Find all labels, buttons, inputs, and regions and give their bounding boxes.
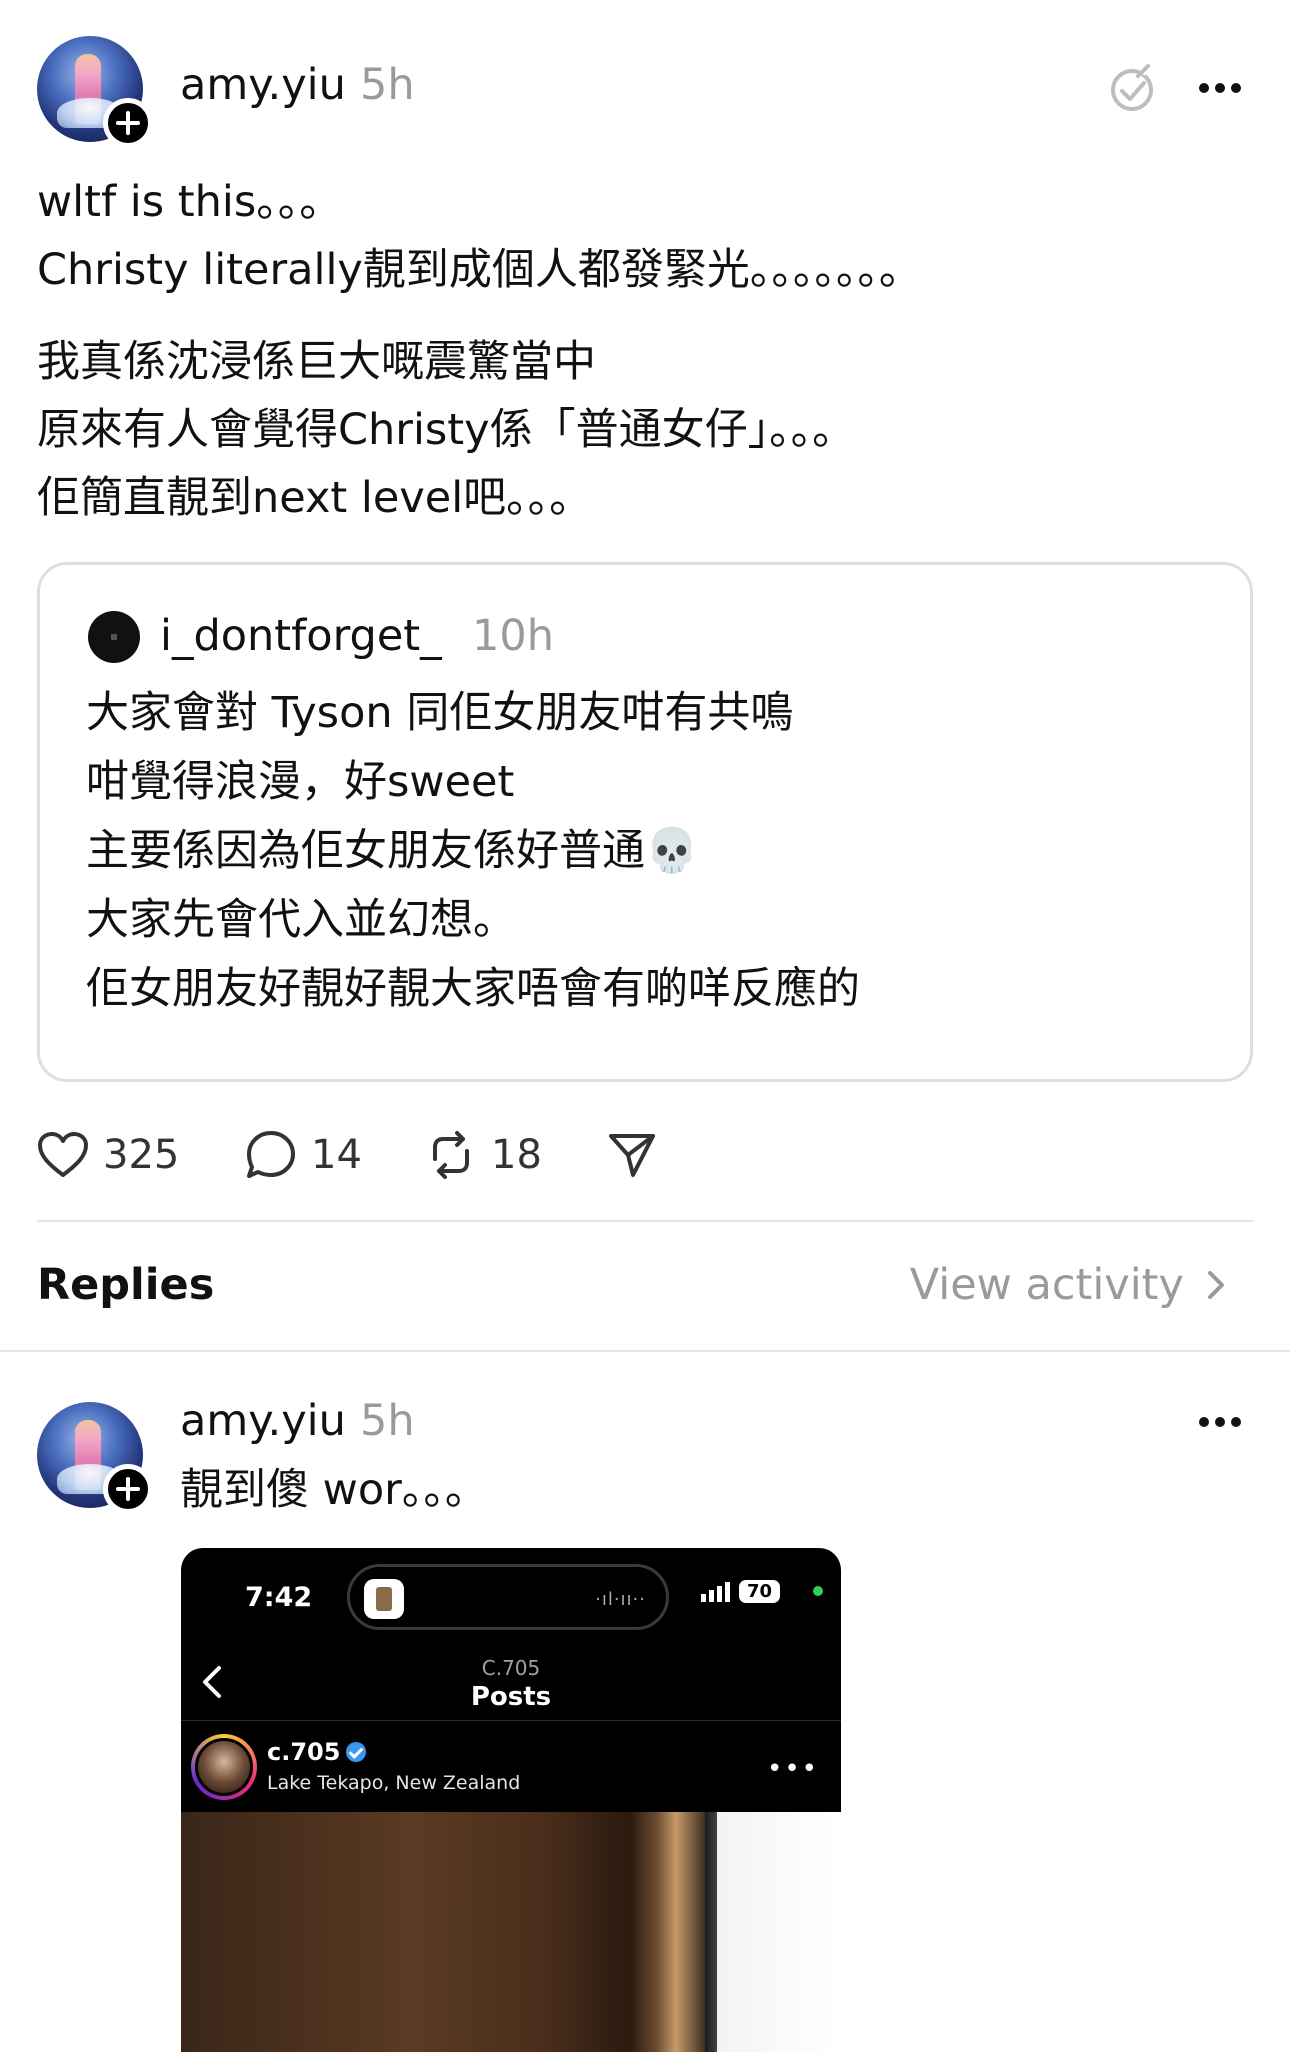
follow-plus-icon[interactable] [103, 98, 153, 148]
post-text-line: wltf is this。。。 [37, 177, 343, 227]
divider [181, 1720, 841, 1721]
reply-username[interactable]: amy.yiu [180, 1396, 346, 1446]
view-activity-label: View activity [909, 1260, 1184, 1310]
dynamic-island: ·ıl·ıı·· [347, 1564, 669, 1630]
view-activity-link[interactable]: View activity [910, 1260, 1230, 1310]
comment-icon [247, 1131, 295, 1178]
follow-plus-icon[interactable] [103, 1464, 153, 1514]
quote-text-line: 主要係因為佢女朋友係好普通💀 [86, 826, 699, 876]
more-options-icon: ••• [766, 1754, 819, 1784]
waveform-icon: ·ıl·ıı·· [595, 1589, 646, 1610]
divider [0, 1350, 1290, 1352]
music-thumbnail-icon [364, 1579, 404, 1619]
comment-count: 14 [311, 1132, 362, 1178]
quote-text-line: 大家先會代入並幻想。 [86, 895, 516, 945]
quote-avatar[interactable] [88, 611, 140, 663]
divider [37, 1220, 1253, 1222]
profile-handle: C.705 [481, 1656, 541, 1680]
verified-badge-icon [346, 1742, 367, 1762]
share-button[interactable] [607, 1120, 671, 1190]
signal-icon [701, 1582, 730, 1602]
attached-image[interactable]: 7:42 ·ıl·ıı·· 70 C.705 Posts c.705 Lake … [181, 1548, 841, 2052]
comment-button[interactable]: 14 [245, 1120, 362, 1190]
photo-content [705, 1812, 717, 2052]
reply-time: 5h [360, 1396, 415, 1446]
repost-button[interactable]: 18 [425, 1120, 542, 1190]
like-button[interactable]: 325 [37, 1120, 179, 1190]
battery-indicator: 70 [739, 1580, 781, 1603]
repost-count: 18 [491, 1132, 542, 1178]
post-text-line: Christy literally靚到成個人都發緊光。。。。。。。 [37, 245, 922, 295]
post-text-line: 原來有人會覺得Christy係「普通女仔」。。。 [37, 405, 856, 455]
reply-text: 靚到傻 wor。。。 [180, 1465, 488, 1515]
account-name-label: c.705 [267, 1738, 341, 1766]
chevron-right-icon [1208, 1271, 1224, 1299]
replies-heading: Replies [37, 1260, 215, 1310]
quote-text-line: 佢女朋友好靚好靚大家唔會有啲咩反應的 [86, 964, 860, 1014]
post-text-line: 我真係沈浸係巨大嘅震驚當中 [37, 337, 596, 387]
status-clock: 7:42 [245, 1582, 313, 1613]
quote-time: 10h [472, 611, 554, 661]
more-options-icon[interactable] [1198, 1414, 1242, 1434]
privacy-indicator-icon [813, 1586, 823, 1596]
repost-icon [433, 1131, 469, 1179]
screen-title: Posts [470, 1682, 552, 1712]
photo-content [181, 1812, 841, 2052]
quote-text-line: 咁覺得浪漫，好sweet [86, 757, 515, 807]
avatar[interactable] [37, 36, 153, 148]
story-avatar [191, 1734, 257, 1800]
post-text-line: 佢簡直靚到next level吧。。。 [37, 473, 593, 523]
send-icon [609, 1134, 655, 1177]
quote-text-line: 大家會對 Tyson 同佢女朋友咁有共鳴 [86, 688, 794, 738]
quoted-post-card[interactable]: i_dontforget_ 10h 大家會對 Tyson 同佢女朋友咁有共鳴 咁… [37, 562, 1253, 1082]
more-options-icon[interactable] [1198, 80, 1242, 100]
quote-username[interactable]: i_dontforget_ [160, 611, 442, 661]
post-time: 5h [360, 60, 415, 110]
like-count: 325 [103, 1132, 180, 1178]
post-username[interactable]: amy.yiu [180, 60, 346, 110]
account-name: c.705 [267, 1738, 367, 1766]
reply-avatar[interactable] [37, 1402, 153, 1514]
post-location: Lake Tekapo, New Zealand [267, 1772, 521, 1794]
post-action-bar: 325 14 18 [37, 1120, 737, 1190]
translate-icon[interactable] [1108, 64, 1158, 118]
heart-icon [38, 1132, 88, 1177]
